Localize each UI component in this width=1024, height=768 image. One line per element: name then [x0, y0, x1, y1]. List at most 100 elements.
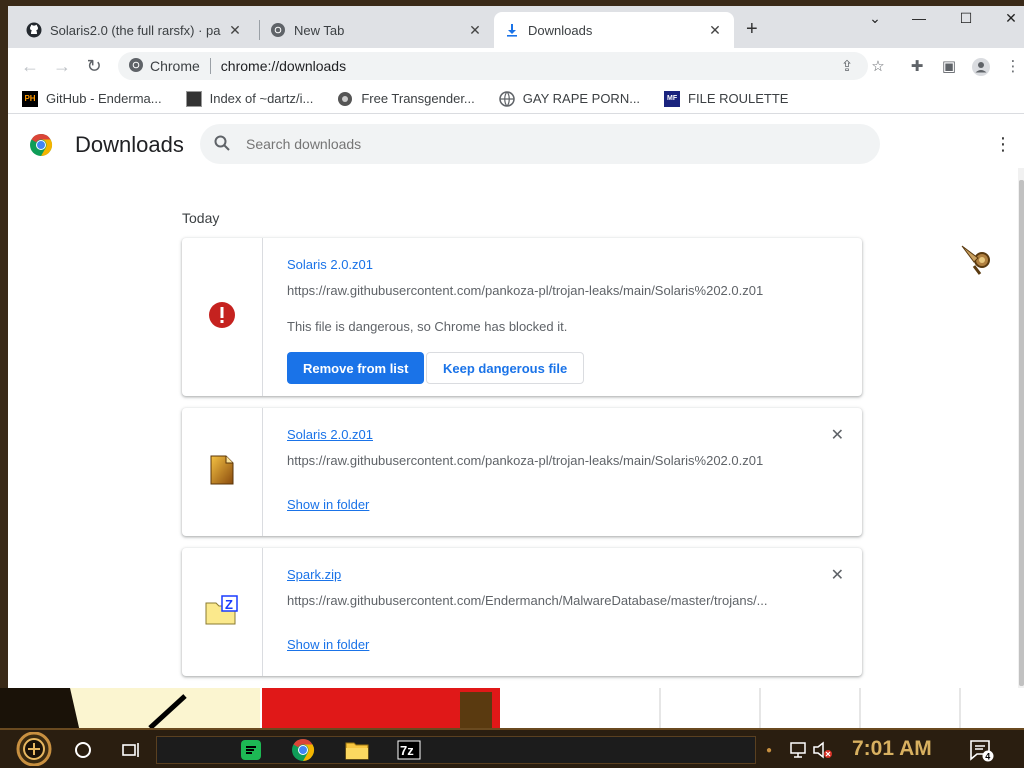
- more-options-icon[interactable]: ⋮: [994, 134, 1012, 155]
- volume-muted-icon[interactable]: [810, 738, 836, 762]
- file-name: Solaris 2.0.z01: [287, 257, 373, 272]
- show-in-folder-link[interactable]: Show in folder: [287, 637, 369, 652]
- bookmark-star-icon[interactable]: ☆: [869, 58, 887, 76]
- taskbar: 7z ● 7:01 AM 4: [0, 728, 1024, 768]
- page-icon: [185, 90, 202, 107]
- menu-icon[interactable]: ⋮: [1004, 58, 1022, 76]
- bookmark-item[interactable]: Free Transgender...: [337, 91, 475, 107]
- bookmark-item[interactable]: PH GitHub - Enderma...: [22, 90, 162, 107]
- tab-strip: Solaris2.0 (the full rarsfx) · pa ✕ New …: [8, 6, 1024, 48]
- close-icon[interactable]: ✕: [831, 425, 844, 445]
- divider: [209, 58, 211, 74]
- chrome-icon: [128, 57, 144, 76]
- reload-button[interactable]: ↻: [82, 54, 106, 78]
- bookmark-label: GitHub - Enderma...: [46, 91, 162, 106]
- close-window-button[interactable]: ✕: [988, 10, 1024, 27]
- download-item: Solaris 2.0.z01 https://raw.githubuserco…: [182, 408, 862, 536]
- start-button-icon[interactable]: [12, 732, 56, 766]
- tray-overflow-icon[interactable]: ●: [762, 738, 776, 762]
- notifications-icon[interactable]: 4: [968, 738, 994, 762]
- icon-column: Z: [182, 548, 263, 676]
- tab-label: Solaris2.0 (the full rarsfx) · pa: [50, 22, 221, 38]
- download-item: Z Spark.zip https://raw.githubuserconten…: [182, 548, 862, 676]
- steampunk-cursor-icon: [960, 244, 994, 278]
- extensions-icon[interactable]: ✚: [908, 58, 926, 76]
- download-icon: [504, 22, 520, 38]
- download-item-blocked: Solaris 2.0.z01 https://raw.githubuserco…: [182, 238, 862, 396]
- browser-window: Solaris2.0 (the full rarsfx) · pa ✕ New …: [8, 6, 1024, 688]
- cortana-icon[interactable]: [70, 738, 96, 762]
- tab-solaris[interactable]: Solaris2.0 (the full rarsfx) · pa ✕: [16, 12, 254, 48]
- chrome-logo-icon: [29, 133, 53, 157]
- bookmarks-bar: PH GitHub - Enderma... Index of ~dartz/i…: [8, 84, 1024, 114]
- spotify-icon[interactable]: [238, 738, 264, 762]
- desktop-wallpaper-icon: [0, 688, 1024, 732]
- page-title: Downloads: [75, 132, 184, 157]
- file-icon: [210, 455, 234, 490]
- downloads-header: Downloads ⋮: [8, 114, 1024, 174]
- new-tab-button[interactable]: +: [746, 18, 758, 41]
- side-panel-icon[interactable]: ▣: [940, 58, 958, 76]
- file-url: https://raw.githubusercontent.com/pankoz…: [287, 283, 764, 298]
- notification-count: 4: [985, 751, 990, 761]
- search-input[interactable]: [246, 136, 806, 152]
- address-bar[interactable]: Chrome chrome://downloads: [118, 52, 868, 80]
- close-icon[interactable]: ✕: [226, 22, 244, 39]
- bookmark-item[interactable]: Index of ~dartz/i...: [185, 90, 314, 107]
- bookmark-label: GAY RAPE PORN...: [522, 91, 641, 106]
- zip-icon: Z: [205, 594, 239, 630]
- warning-icon: [208, 301, 236, 334]
- globe-icon: [499, 90, 515, 107]
- tab-search-icon[interactable]: ⌄: [852, 10, 898, 27]
- search-bar[interactable]: [200, 124, 880, 164]
- scrollbar-thumb[interactable]: [1019, 180, 1024, 686]
- bookmark-label: FILE ROULETTE: [688, 91, 789, 106]
- file-url: https://raw.githubusercontent.com/pankoz…: [287, 453, 764, 468]
- file-name-link[interactable]: Spark.zip: [287, 567, 341, 582]
- bookmark-label: Index of ~dartz/i...: [209, 91, 314, 106]
- icon-column: [182, 408, 263, 536]
- file-url: https://raw.githubusercontent.com/Enderm…: [287, 593, 768, 608]
- icon-column: [182, 238, 263, 396]
- close-icon[interactable]: ✕: [706, 22, 724, 39]
- chrome-taskbar-icon[interactable]: [290, 738, 316, 762]
- minimize-button[interactable]: —: [896, 10, 942, 26]
- site-icon: [337, 91, 353, 107]
- date-heading: Today: [182, 210, 220, 226]
- tab-downloads[interactable]: Downloads ✕: [494, 12, 734, 48]
- tab-new-tab[interactable]: New Tab ✕: [260, 12, 494, 48]
- tab-label: Downloads: [528, 22, 593, 38]
- clock-time[interactable]: 7:01 AM: [852, 737, 932, 761]
- task-view-icon[interactable]: [118, 738, 144, 762]
- svg-text:Z: Z: [225, 597, 233, 612]
- mft-icon: MF: [664, 90, 681, 107]
- scheme-label: Chrome: [150, 58, 200, 74]
- downloads-page: Downloads ⋮ Today Solaris 2.0.z01 https:…: [8, 114, 1024, 688]
- toolbar: ← → ↻ Chrome chrome://downloads ⇪ ☆ ✚ ▣ …: [8, 48, 1024, 84]
- danger-message: This file is dangerous, so Chrome has bl…: [287, 319, 568, 334]
- url-text: chrome://downloads: [220, 58, 347, 74]
- desktop-background: [0, 688, 1024, 732]
- close-icon[interactable]: ✕: [831, 565, 844, 585]
- bookmark-label: Free Transgender...: [361, 91, 475, 106]
- file-explorer-icon[interactable]: [344, 738, 370, 762]
- chrome-icon: [270, 22, 286, 38]
- bookmark-item[interactable]: MF FILE ROULETTE: [664, 90, 789, 107]
- file-name-link[interactable]: Solaris 2.0.z01: [287, 427, 373, 442]
- network-icon[interactable]: [786, 738, 812, 762]
- profile-avatar[interactable]: [972, 58, 990, 76]
- close-icon[interactable]: ✕: [466, 22, 484, 39]
- maximize-button[interactable]: ☐: [943, 10, 989, 27]
- forward-button[interactable]: →: [50, 54, 74, 78]
- bookmark-item[interactable]: GAY RAPE PORN...: [499, 90, 641, 107]
- show-in-folder-link[interactable]: Show in folder: [287, 497, 369, 512]
- back-button[interactable]: ←: [18, 54, 42, 78]
- 7zip-icon[interactable]: 7z: [396, 738, 422, 762]
- svg-text:7z: 7z: [400, 743, 414, 758]
- github-icon: [26, 22, 42, 38]
- remove-from-list-button[interactable]: Remove from list: [287, 352, 425, 384]
- share-icon[interactable]: ⇪: [838, 58, 856, 76]
- tab-label: New Tab: [294, 22, 345, 38]
- search-icon: [214, 135, 230, 154]
- keep-dangerous-file-button[interactable]: Keep dangerous file: [426, 352, 585, 384]
